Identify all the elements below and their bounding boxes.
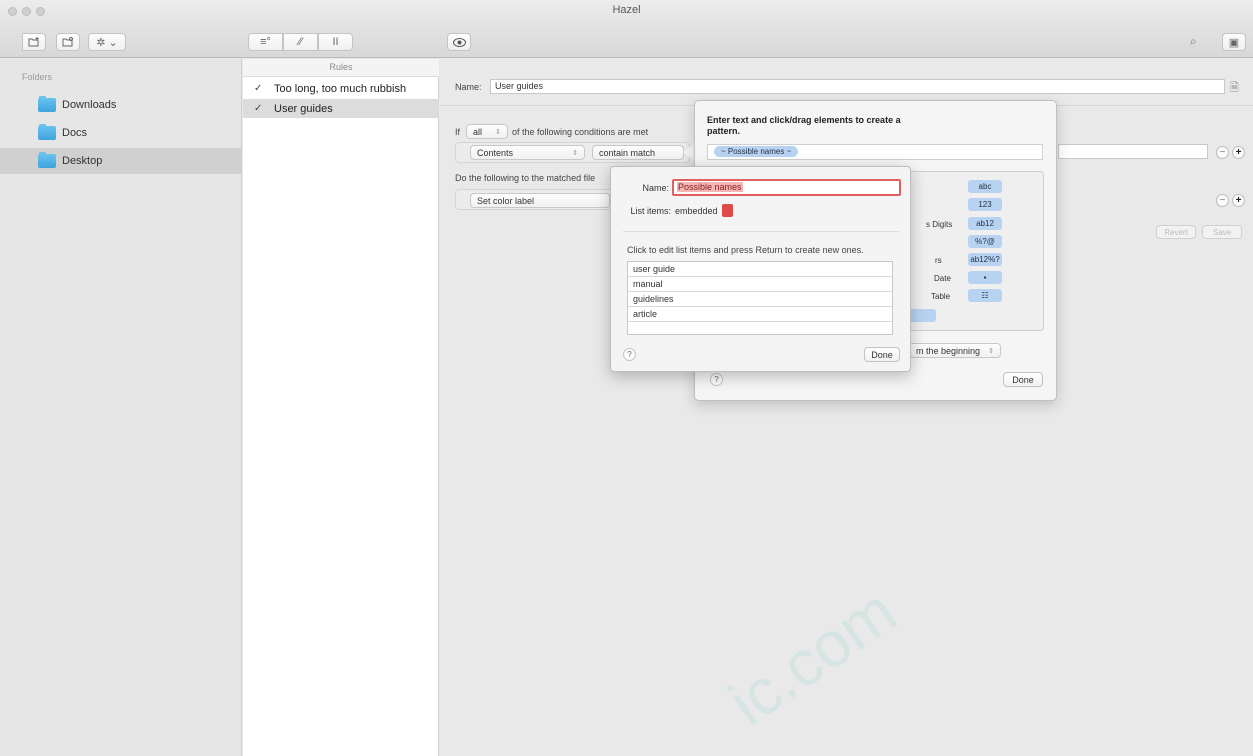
- possible-names-sheet: Name: Possible names List items: embedde…: [610, 166, 911, 372]
- window-title: Hazel: [612, 4, 641, 16]
- match-value: all: [473, 126, 483, 137]
- token-symbols[interactable]: %?@: [968, 235, 1002, 248]
- token-row-label: Table: [931, 292, 951, 301]
- rule-item[interactable]: ✓ User guides: [243, 99, 439, 118]
- folder-icon: [38, 124, 56, 140]
- list-item[interactable]: manual: [628, 277, 892, 292]
- rule-checkbox[interactable]: ✓: [254, 83, 266, 94]
- rule-name-field[interactable]: User guides: [490, 79, 1225, 94]
- do-following-text: Do the following to the matched file: [455, 173, 596, 183]
- list-item[interactable]: guidelines: [628, 292, 892, 307]
- pause-icon[interactable]: II: [318, 33, 353, 51]
- folder-settings-icon[interactable]: [56, 33, 80, 51]
- activity-icon[interactable]: ⁄⁄: [283, 33, 318, 51]
- rule-toolbar-group: ≡° ⁄⁄ II: [248, 33, 353, 51]
- match-from-popup[interactable]: m the beginning ⇕: [909, 343, 1001, 358]
- list-item[interactable]: article: [628, 307, 892, 322]
- save-button[interactable]: Save: [1202, 225, 1242, 239]
- stepper-icon: ⇕: [495, 128, 501, 136]
- trash-icon[interactable]: ▣: [1222, 33, 1246, 51]
- match-all-popup[interactable]: all ⇕: [466, 124, 508, 139]
- token-letters-digits[interactable]: ab12: [968, 217, 1002, 230]
- sidebar-item-label: Downloads: [62, 99, 117, 111]
- list-name-value: Possible names: [677, 182, 743, 192]
- folders-sidebar: Folders Downloads Docs Desktop: [0, 59, 242, 756]
- add-rule-icon[interactable]: ≡°: [248, 33, 283, 51]
- token-letters[interactable]: abc: [968, 180, 1002, 193]
- operator-popup[interactable]: contain match: [592, 145, 684, 160]
- rules-header: Rules: [243, 59, 439, 77]
- pattern-help-button[interactable]: ?: [710, 373, 723, 386]
- rule-label: User guides: [274, 102, 333, 115]
- token-date[interactable]: ▪: [968, 271, 1002, 284]
- token-custom[interactable]: [908, 309, 936, 322]
- document-icon[interactable]: 🗎: [1230, 79, 1244, 95]
- rule-name-label: Name:: [455, 82, 482, 92]
- eye-icon[interactable]: [447, 33, 471, 51]
- pattern-field[interactable]: ~ Possible names ~: [707, 144, 1043, 160]
- sidebar-item-label: Docs: [62, 127, 88, 139]
- operator-value: contain match: [599, 147, 656, 158]
- list-items-table: user guide manual guidelines article: [627, 261, 893, 335]
- rule-label: Too long, too much rubbish: [274, 82, 407, 95]
- sidebar-item-label: Desktop: [62, 155, 103, 167]
- list-instructions: Click to edit list items and press Retur…: [627, 245, 864, 255]
- remove-action-button[interactable]: −: [1216, 194, 1229, 207]
- conditions-text: of the following conditions are met: [512, 127, 649, 137]
- popup-stepper-icon: [721, 204, 733, 217]
- token-any-characters[interactable]: ab12%?: [968, 253, 1002, 266]
- rule-item[interactable]: ✓ Too long, too much rubbish: [243, 79, 439, 98]
- add-condition-button[interactable]: +: [1232, 146, 1245, 159]
- rules-list: Rules ✓ Too long, too much rubbish ✓ Use…: [243, 59, 439, 756]
- token-row-label: Date: [934, 274, 951, 283]
- new-folder-icon[interactable]: [22, 33, 46, 51]
- divider: [623, 231, 899, 232]
- stepper-icon: ⇕: [988, 347, 994, 355]
- list-item[interactable]: [628, 322, 892, 337]
- pattern-instructions: Enter text and click/drag elements to cr…: [707, 115, 901, 136]
- if-label: If: [455, 127, 461, 137]
- list-item[interactable]: user guide: [628, 262, 892, 277]
- list-name-field[interactable]: Possible names: [672, 179, 901, 196]
- token-table[interactable]: ☷: [968, 289, 1002, 302]
- sidebar-item-desktop[interactable]: Desktop: [0, 148, 241, 174]
- attribute-popup[interactable]: Contents ⇕: [470, 145, 585, 160]
- list-name-label: Name:: [642, 183, 669, 193]
- token-row-label: s Digits: [926, 220, 953, 229]
- remove-condition-button[interactable]: −: [1216, 146, 1229, 159]
- folder-icon: [38, 96, 56, 112]
- sidebar-item-docs[interactable]: Docs: [0, 120, 241, 146]
- stepper-icon: ⇕: [572, 149, 578, 157]
- names-done-button[interactable]: Done: [864, 347, 900, 362]
- list-items-popup[interactable]: embedded: [675, 204, 733, 217]
- folder-toolbar-group: [22, 33, 46, 51]
- possible-names-token[interactable]: ~ Possible names ~: [714, 146, 799, 157]
- token-row-label: rs: [935, 256, 942, 265]
- pattern-done-button[interactable]: Done: [1003, 372, 1043, 387]
- search-icon[interactable]: ⌕: [1190, 34, 1206, 50]
- popover-arrow: [683, 144, 694, 160]
- gear-menu-icon[interactable]: ✲ ⌄: [88, 33, 126, 51]
- rule-checkbox[interactable]: ✓: [254, 103, 266, 114]
- action-popup[interactable]: Set color label: [470, 193, 610, 208]
- list-items-label: List items:: [630, 206, 671, 216]
- add-action-button[interactable]: +: [1232, 194, 1245, 207]
- attribute-value: Contents: [477, 147, 514, 158]
- sidebar-item-downloads[interactable]: Downloads: [0, 92, 241, 118]
- revert-button[interactable]: Revert: [1156, 225, 1196, 239]
- list-items-value: embedded: [675, 205, 718, 216]
- names-help-button[interactable]: ?: [623, 348, 636, 361]
- window-titlebar: Hazel ✲ ⌄ ≡° ⁄⁄ II ⌕ ▣: [0, 0, 1253, 58]
- condition-value-field-end[interactable]: [1058, 144, 1208, 159]
- folder-icon: [38, 152, 56, 168]
- folders-header: Folders: [22, 72, 53, 82]
- match-from-value: m the beginning: [916, 345, 981, 356]
- token-digits[interactable]: 123: [968, 198, 1002, 211]
- action-value: Set color label: [477, 195, 535, 206]
